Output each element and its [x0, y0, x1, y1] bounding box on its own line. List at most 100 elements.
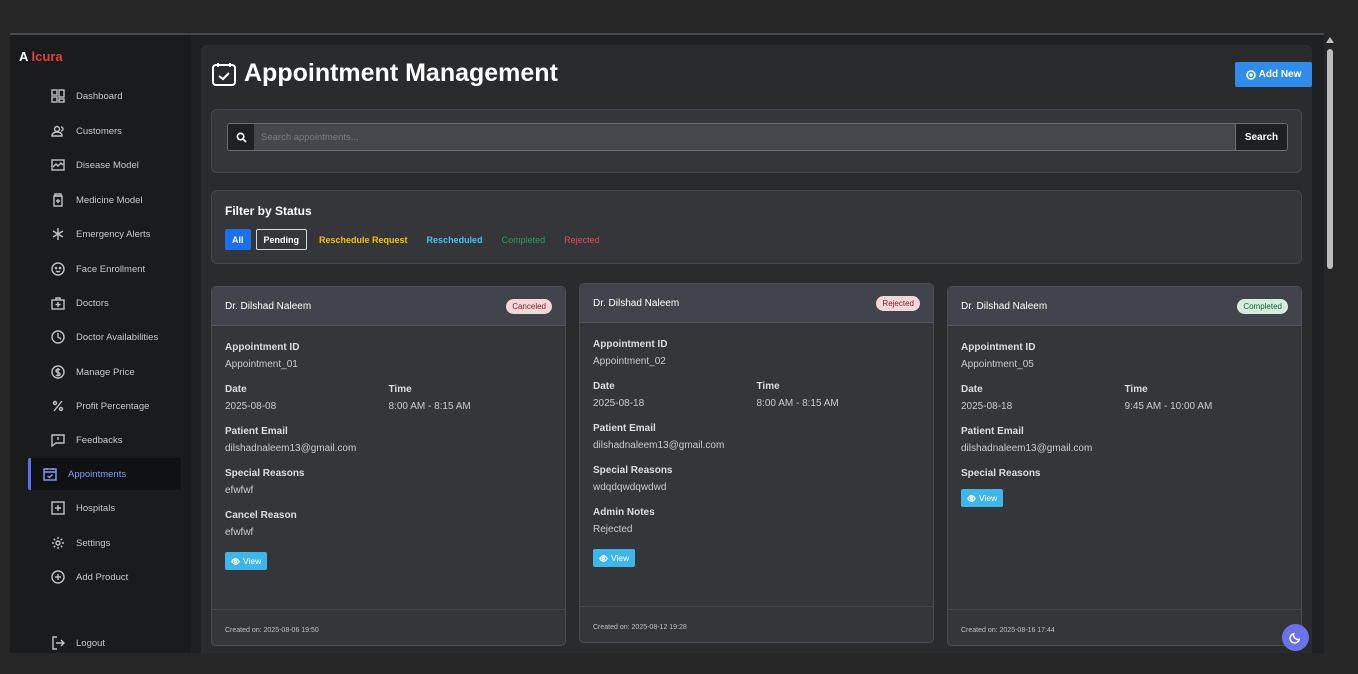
moon-icon	[1289, 632, 1301, 644]
logout-button[interactable]: Logout	[28, 627, 180, 653]
admin-notes: Rejected	[593, 524, 633, 535]
special-reasons-label: Special Reasons	[225, 468, 305, 479]
app-window: A lcura Dashboard Customers Disease Mode…	[10, 33, 1336, 653]
view-button[interactable]: View	[593, 549, 636, 567]
date-label: Date	[961, 384, 983, 395]
sidebar-item-customers[interactable]: Customers	[28, 115, 180, 147]
special-reasons: wdqdqwdqwdwd	[593, 482, 667, 493]
scrollbar[interactable]	[1324, 33, 1336, 653]
date-label: Date	[225, 384, 247, 395]
sidebar-item-label: Feedbacks	[76, 434, 123, 446]
status-badge: Canceled	[506, 298, 552, 314]
card-body: Appointment ID Appointment_05 Date 2025-0…	[961, 342, 1288, 508]
search-panel: Search	[211, 109, 1302, 173]
filter-pending[interactable]: Pending	[255, 229, 308, 250]
scrollbar-thumb[interactable]	[1327, 49, 1333, 269]
sidebar-item-doctors[interactable]: Doctors	[28, 287, 180, 319]
sidebar-item-settings[interactable]: Settings	[28, 527, 180, 559]
sidebar-item-dashboard[interactable]: Dashboard	[28, 80, 180, 112]
filter-rejected[interactable]: Rejected	[557, 229, 607, 250]
appointment-id: Appointment_01	[225, 359, 298, 370]
status-filters: All Pending Reschedule Request Reschedul…	[225, 229, 612, 250]
sidebar-item-doctor-availabilities[interactable]: Doctor Availabilities	[28, 321, 180, 353]
search-icon	[228, 124, 254, 150]
sidebar-item-disease-model[interactable]: Disease Model	[28, 149, 180, 181]
sidebar-item-face-enrollment[interactable]: Face Enrollment	[28, 253, 180, 285]
sidebar-item-label: Face Enrollment	[76, 263, 146, 275]
sidebar-item-label: Appointments	[68, 468, 127, 480]
filter-rescheduled[interactable]: Rescheduled	[420, 229, 490, 250]
brand-prefix: A	[19, 49, 32, 64]
calendar-check-icon	[212, 62, 236, 86]
search-button[interactable]: Search	[1235, 124, 1287, 150]
feedback-icon	[51, 433, 65, 447]
sidebar-item-medicine-model[interactable]: Medicine Model	[28, 184, 180, 216]
time-label: Time	[388, 384, 412, 395]
card-header: Dr. Dilshad Naleem Rejected	[580, 284, 933, 323]
theme-toggle-button[interactable]	[1282, 624, 1309, 651]
patient-email-label: Patient Email	[225, 426, 288, 437]
plus-circle-icon	[1245, 69, 1256, 80]
view-label: View	[611, 553, 630, 563]
appointment-id: Appointment_02	[593, 356, 666, 367]
card-body: Appointment ID Appointment_01 Date 2025-0…	[225, 342, 552, 571]
sidebar-item-label: Settings	[76, 537, 111, 549]
date-value: 2025-08-18	[593, 398, 645, 409]
view-button[interactable]: View	[961, 489, 1004, 507]
sidebar-item-label: Medicine Model	[76, 194, 143, 206]
sidebar-item-appointments[interactable]: Appointments	[28, 458, 181, 490]
scroll-up-arrow-icon[interactable]	[1326, 37, 1334, 43]
page-header: Appointment Management	[211, 59, 558, 88]
sidebar-item-label: Disease Model	[76, 159, 139, 171]
admin-notes-label: Admin Notes	[593, 507, 655, 518]
page-title: Appointment Management	[244, 59, 558, 87]
face-icon	[51, 262, 65, 276]
appointment-id: Appointment_05	[961, 359, 1034, 370]
sidebar-item-emergency-alerts[interactable]: Emergency Alerts	[28, 218, 180, 250]
sidebar-item-add-product[interactable]: Add Product	[28, 561, 180, 593]
view-button[interactable]: View	[225, 552, 268, 570]
date-label: Date	[593, 381, 615, 392]
patient-email-label: Patient Email	[593, 423, 656, 434]
filter-completed[interactable]: Completed	[495, 229, 553, 250]
sidebar-item-label: Manage Price	[76, 366, 135, 378]
users-icon	[51, 124, 65, 138]
filter-reschedule-request[interactable]: Reschedule Request	[312, 229, 415, 250]
patient-email: dilshadnaleem13@gmail.com	[225, 443, 357, 454]
patient-email: dilshadnaleem13@gmail.com	[961, 443, 1093, 454]
doctor-name: Dr. Dilshad Naleem	[961, 300, 1048, 312]
card-body: Appointment ID Appointment_02 Date 2025-0…	[593, 339, 920, 568]
sidebar-item-label: Doctors	[76, 297, 109, 309]
appointment-card: Dr. Dilshad Naleem Completed Appointment…	[947, 286, 1302, 646]
logout-label: Logout	[76, 637, 106, 649]
sidebar-item-manage-price[interactable]: Manage Price	[28, 356, 180, 388]
brand-logo: A lcura	[19, 49, 63, 64]
sidebar-item-profit-percentage[interactable]: Profit Percentage	[28, 390, 180, 422]
dollar-icon	[51, 365, 65, 379]
eye-icon	[967, 494, 976, 502]
status-badge: Rejected	[876, 295, 920, 311]
eye-icon	[599, 554, 608, 562]
created-on: Created on: 2025-08-06 19:50	[212, 609, 565, 645]
search-bar: Search	[227, 123, 1288, 151]
gear-icon	[51, 536, 65, 550]
percent-icon	[51, 399, 65, 413]
sidebar-item-feedbacks[interactable]: Feedbacks	[28, 424, 180, 456]
sidebar-item-hospitals[interactable]: Hospitals	[28, 492, 180, 524]
medicine-icon	[51, 193, 65, 207]
filter-title: Filter by Status	[225, 204, 312, 218]
patient-email: dilshadnaleem13@gmail.com	[593, 440, 725, 451]
special-reasons: efwfwf	[225, 485, 254, 496]
logout-icon	[51, 636, 65, 650]
created-on: Created on: 2025-08-16 17:44	[948, 609, 1301, 645]
sidebar-item-label: Customers	[76, 125, 122, 137]
filter-all[interactable]: All	[225, 229, 251, 250]
brand-name: lcura	[31, 49, 63, 64]
search-input[interactable]	[254, 124, 1235, 150]
plus-circle-icon	[51, 570, 65, 584]
sidebar-item-label: Emergency Alerts	[76, 228, 151, 240]
add-new-button[interactable]: Add New	[1235, 62, 1312, 87]
appointment-id-label: Appointment ID	[593, 339, 668, 350]
sidebar-item-label: Dashboard	[76, 90, 123, 102]
clock-icon	[51, 330, 65, 344]
